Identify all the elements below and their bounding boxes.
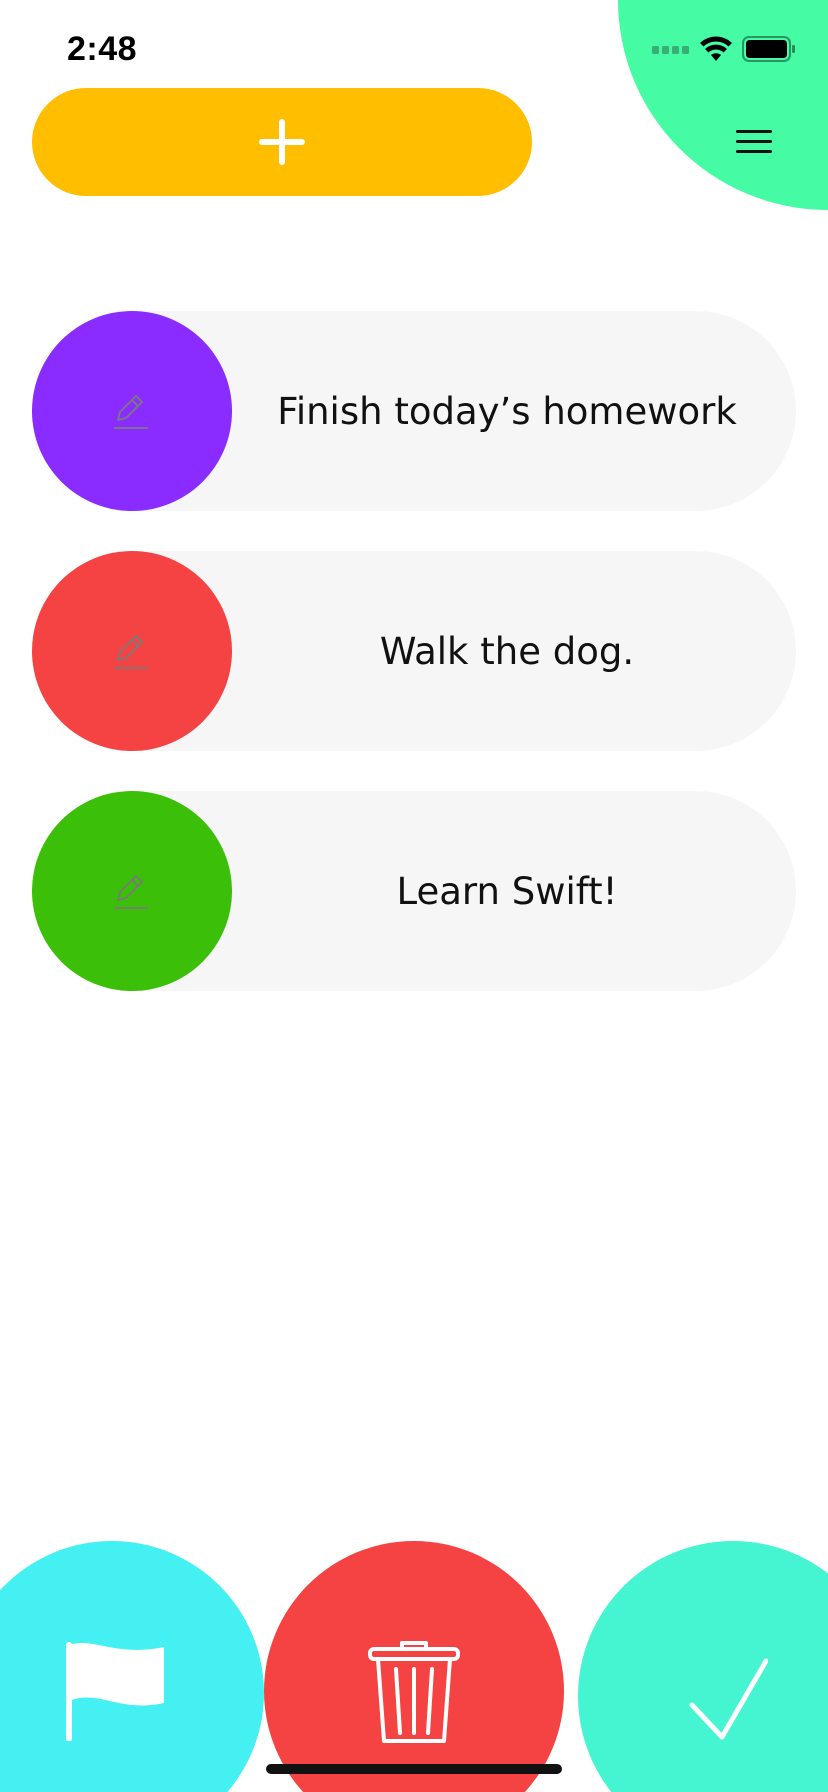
checkmark-icon (689, 1658, 768, 1740)
hamburger-menu-icon[interactable] (736, 128, 772, 156)
task-title: Finish today’s homework (277, 389, 737, 433)
flag-icon (66, 1642, 164, 1741)
status-time: 2:48 (67, 30, 138, 68)
pencil-icon (114, 395, 148, 429)
status-icons (652, 36, 796, 62)
complete-button[interactable] (578, 1541, 828, 1792)
trash-icon (368, 1641, 460, 1743)
menu-blob (618, 0, 828, 210)
pencil-icon (114, 875, 148, 909)
cellular-signal-icon (652, 46, 689, 54)
plus-icon (259, 119, 305, 165)
wifi-icon (700, 36, 732, 61)
edit-task-button[interactable] (32, 311, 232, 511)
task-row[interactable]: Finish today’s homework (32, 311, 796, 511)
add-task-button[interactable] (32, 88, 532, 196)
battery-icon (742, 36, 795, 62)
flag-button[interactable] (0, 1541, 264, 1792)
delete-button[interactable] (264, 1541, 564, 1792)
pencil-icon (114, 635, 148, 669)
task-row[interactable]: Walk the dog. (32, 551, 796, 751)
edit-task-button[interactable] (32, 791, 232, 991)
task-title: Walk the dog. (379, 629, 635, 673)
todo-screen: 2:48 Finish today’s homework Walk the do… (0, 0, 828, 1792)
home-indicator[interactable] (266, 1764, 562, 1774)
edit-task-button[interactable] (32, 551, 232, 751)
task-row[interactable]: Learn Swift! (32, 791, 796, 991)
task-title: Learn Swift! (396, 869, 618, 913)
